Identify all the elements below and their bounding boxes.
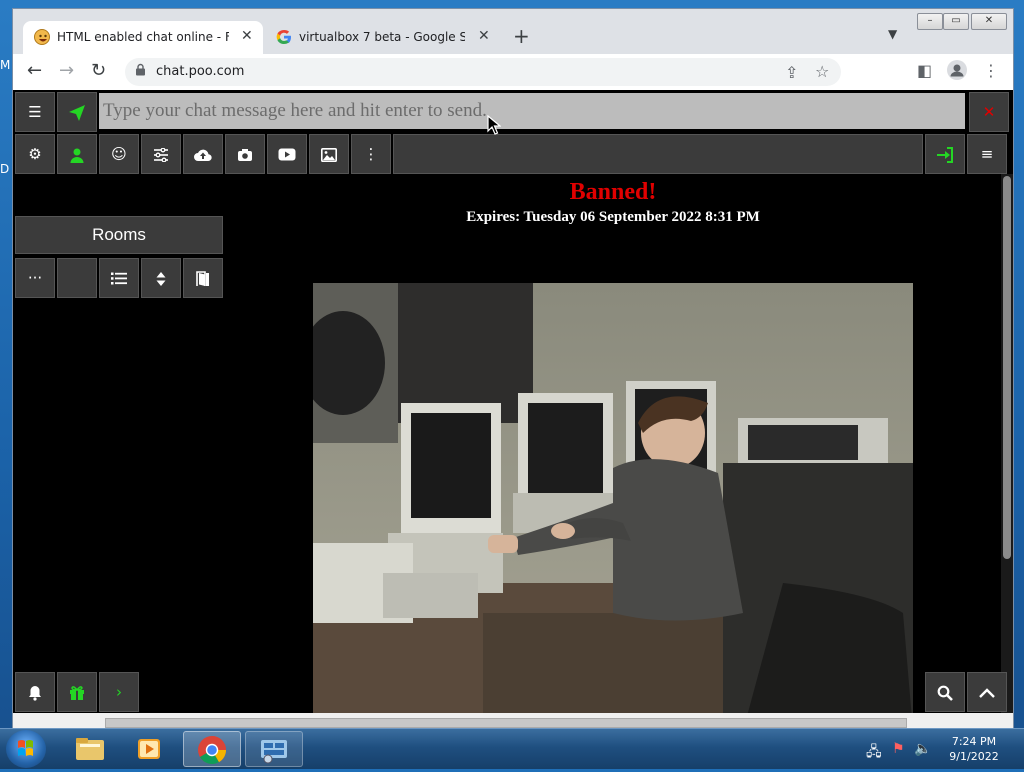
cloud-upload-icon[interactable]	[183, 134, 223, 174]
room-list-icon[interactable]	[99, 258, 139, 298]
taskbar-media-player-icon[interactable]	[122, 731, 178, 767]
maximize-window-icon[interactable]: ▭	[943, 13, 969, 30]
address-bar[interactable]: chat.poo.com ⇪ ☆	[125, 58, 841, 86]
image-picture-icon[interactable]	[309, 134, 349, 174]
more-horizontal-icon[interactable]: ···	[15, 258, 55, 298]
send-paper-plane-icon[interactable]	[57, 92, 97, 132]
network-tray-icon[interactable]: 🖧	[866, 741, 882, 765]
share-icon[interactable]: ⇪	[785, 63, 798, 82]
sort-up-down-icon[interactable]	[141, 258, 181, 298]
close-tab-icon[interactable]: ✕	[241, 28, 253, 44]
taskbar-file-explorer-icon[interactable]	[62, 731, 118, 767]
tab-title: HTML enabled chat online - Free	[57, 30, 229, 44]
smiley-emoji-icon[interactable]: ☺	[99, 134, 139, 174]
chevron-right-icon[interactable]: ›	[99, 672, 139, 712]
action-center-flag-icon[interactable]: ⚑	[892, 741, 905, 757]
bell-notification-icon[interactable]	[15, 672, 55, 712]
close-window-icon[interactable]: ✕	[971, 13, 1007, 30]
lock-icon	[135, 63, 146, 80]
chat-messages-area: Banned! Expires: Tuesday 06 September 20…	[225, 174, 1001, 731]
browser-toolbar: ← → ↻ chat.poo.com ⇪ ☆ ◧ ⋮	[13, 54, 1013, 90]
chat-message-input[interactable]: Type your chat message here and hit ente…	[99, 93, 965, 129]
desktop-icon-label-fragment: M	[0, 58, 11, 72]
message-list-icon[interactable]: ☰	[15, 92, 55, 132]
side-panel-icon[interactable]: ◧	[917, 61, 932, 80]
tab-strip: HTML enabled chat online - Free ✕ virtua…	[13, 9, 1013, 54]
tab-title: virtualbox 7 beta - Google Search	[299, 30, 465, 44]
blank-room-button[interactable]	[57, 258, 97, 298]
search-icon[interactable]	[925, 672, 965, 712]
banned-title: Banned!	[569, 179, 657, 205]
reload-icon[interactable]: ↻	[91, 60, 106, 81]
minimize-window-icon[interactable]: –	[917, 13, 943, 30]
start-button-windows-icon[interactable]	[6, 730, 46, 768]
sliders-adjust-icon[interactable]	[141, 134, 181, 174]
desktop-icon-label-fragment: D	[0, 162, 10, 176]
ban-expiry-text: Expires: Tuesday 06 September 2022 8:31 …	[466, 209, 760, 225]
rooms-button[interactable]: Rooms	[15, 216, 223, 254]
scrollbar-thumb[interactable]	[105, 718, 907, 728]
windows-taskbar: 🖧 ⚑ 🔈 7:24 PM 9/1/2022	[0, 728, 1024, 769]
laughing-emoji-icon	[34, 29, 50, 45]
taskbar-chrome-icon[interactable]	[183, 731, 241, 767]
back-arrow-icon[interactable]: ←	[27, 60, 42, 81]
volume-speaker-icon[interactable]: 🔈	[914, 741, 931, 757]
camera-icon[interactable]	[225, 134, 265, 174]
tab-chat[interactable]: HTML enabled chat online - Free ✕	[23, 21, 263, 54]
hamburger-menu-icon[interactable]: ≡	[967, 134, 1007, 174]
browser-menu-icon[interactable]: ⋮	[983, 61, 999, 80]
scrollbar-thumb[interactable]	[1003, 176, 1011, 559]
google-g-icon	[276, 29, 292, 45]
youtube-play-icon[interactable]	[267, 134, 307, 174]
more-vertical-icon[interactable]: ⋮	[351, 134, 391, 174]
forward-arrow-icon[interactable]: →	[59, 60, 74, 81]
tab-google-search[interactable]: virtualbox 7 beta - Google Search ✕	[265, 21, 500, 54]
tab-search-chevron-icon[interactable]: ▼	[888, 27, 897, 41]
mouse-pointer-icon	[487, 115, 501, 135]
system-clock[interactable]: 7:24 PM 9/1/2022	[944, 734, 1004, 764]
settings-gears-icon[interactable]: ⚙	[15, 134, 55, 174]
user-profile-icon[interactable]	[57, 134, 97, 174]
chat-vertical-scrollbar[interactable]	[1001, 174, 1013, 731]
clock-date: 9/1/2022	[949, 750, 999, 763]
clear-input-close-icon[interactable]: ✕	[969, 92, 1009, 132]
close-tab-icon[interactable]: ✕	[478, 28, 490, 44]
chevron-up-icon[interactable]	[967, 672, 1007, 712]
chat-page: ☰ Type your chat message here and hit en…	[13, 90, 1013, 731]
url-text: chat.poo.com	[156, 64, 245, 79]
new-tab-plus-icon[interactable]: +	[513, 24, 530, 48]
toolbar-empty-space	[393, 134, 923, 174]
bookmark-star-icon[interactable]: ☆	[815, 62, 829, 81]
browser-window: HTML enabled chat online - Free ✕ virtua…	[12, 8, 1014, 732]
banned-gif-image	[313, 283, 913, 731]
clock-time: 7:24 PM	[951, 735, 997, 748]
sign-in-icon[interactable]	[925, 134, 965, 174]
profile-avatar-icon[interactable]	[947, 60, 967, 80]
gift-icon[interactable]	[57, 672, 97, 712]
door-exit-icon[interactable]	[183, 258, 223, 298]
taskbar-control-panel-icon[interactable]	[245, 731, 303, 767]
